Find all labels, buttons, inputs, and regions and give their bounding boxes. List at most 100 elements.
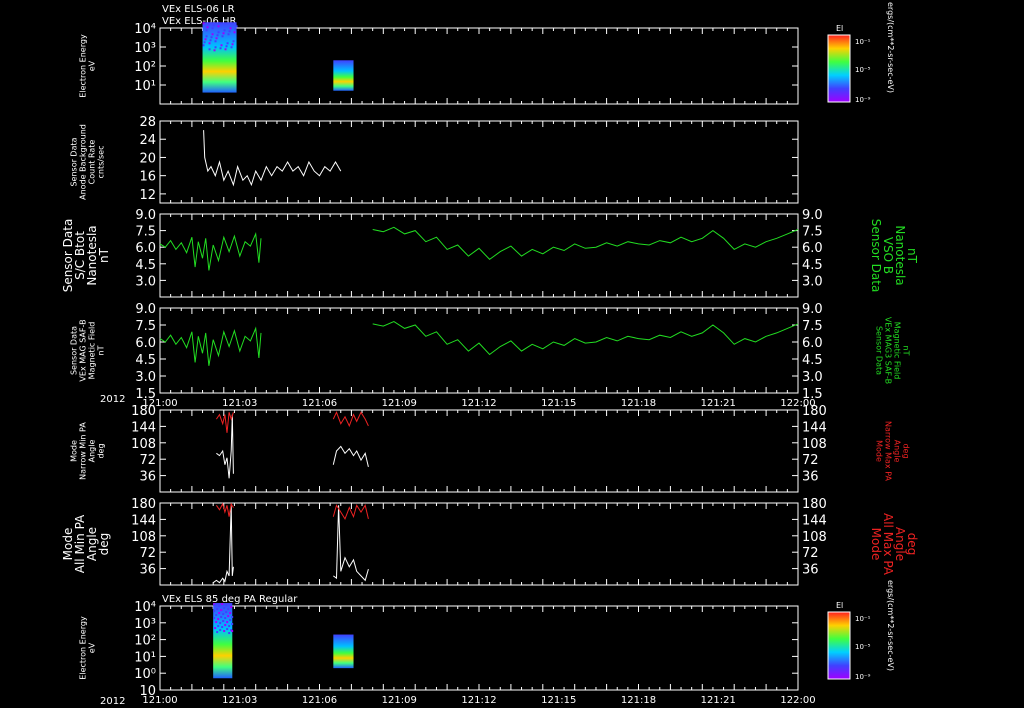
spectrogram-pixel	[229, 612, 232, 615]
y-tick-label-right: 3.0	[802, 370, 823, 385]
panel-2-frame	[159, 120, 799, 204]
spectrogram-pixel	[227, 33, 230, 36]
spectrogram-pixel	[219, 629, 222, 632]
y-tick-label: 12	[139, 188, 156, 203]
right-axis-label-line: Angle	[893, 440, 902, 463]
spectrogram-pixel	[226, 42, 229, 45]
x-tick-label: 121:06	[302, 398, 337, 409]
spectrogram-pixel	[211, 33, 214, 36]
spectrogram-pixel	[202, 44, 205, 47]
spectrogram-pixel	[224, 617, 227, 620]
spectrogram-pixel	[221, 603, 224, 606]
spectrogram-block	[333, 634, 354, 669]
right-axis-label-line: Narrow Max PA	[884, 421, 893, 482]
right-axis-label-line: Angle	[893, 527, 907, 561]
plot-stage: VEx ELS-06 LR VEx ELS-06 HR VEx ELS 85 d…	[0, 0, 1024, 708]
spectrogram-pixel	[218, 612, 221, 615]
colorbar-1-tick-2: 10⁻⁹	[855, 96, 871, 104]
panel-1: 10⁴ 10³ 10² 10¹ Electron Energy eV	[79, 22, 799, 105]
spectrogram-pixel	[224, 48, 227, 51]
colorbar-2-tick-0: 10⁻¹	[855, 615, 871, 623]
panel-7-frame	[159, 605, 799, 691]
y-tick-label-right: 7.5	[802, 225, 823, 240]
spectrogram-pixel	[221, 35, 224, 38]
y-tick-label: 10³	[134, 617, 156, 632]
x-tick-label: 122:00	[780, 695, 815, 706]
colorbar-1-tick-1: 10⁻⁵	[855, 66, 871, 74]
y-axis-label-line: cnts/sec	[97, 146, 106, 179]
x-tick-label: 121:18	[621, 695, 656, 706]
y-axis-label-line: nT	[97, 345, 106, 355]
x-tick-label: 121:03	[222, 398, 257, 409]
spectrogram-pixel	[232, 40, 235, 43]
right-axis-label-line: Mode	[875, 440, 884, 462]
y-axis-label-line: Count Rate	[88, 140, 97, 185]
panel-5-frame	[159, 409, 799, 493]
spectrogram-pixel	[217, 31, 220, 34]
y-axis-label-line: Sensor Data	[70, 326, 79, 375]
y-tick-label-right: 180	[802, 497, 827, 512]
x-tick-label: 121:15	[541, 398, 576, 409]
spectrogram-pixel	[220, 616, 223, 619]
y-tick-label: 3.0	[135, 274, 156, 289]
colorbar-1: El 10⁻¹ 10⁻⁵ 10⁻⁹ ergs/(cm**2-sr-sec-eV)	[827, 2, 895, 104]
y-tick-label: 28	[139, 115, 156, 130]
y-tick-label-right: 6.0	[802, 241, 823, 256]
spectrogram-pixel	[222, 613, 225, 616]
right-axis-label-line: VEx MAG3 SAF-B	[884, 317, 893, 384]
y-tick-label: 16	[139, 170, 156, 185]
x-tick-label: 121:00	[142, 695, 177, 706]
right-axis-label-line: deg	[902, 443, 911, 458]
x-tick-label: 121:12	[461, 398, 496, 409]
x-tick-label: 121:06	[302, 695, 337, 706]
panel-4-frame	[159, 307, 799, 394]
y-tick-label: 4.5	[135, 353, 156, 368]
spectrogram-block	[202, 22, 237, 93]
x-tick-label: 121:12	[461, 695, 496, 706]
y-tick-label-right: 144	[802, 513, 827, 528]
y-axis-label-line: nT	[97, 247, 111, 263]
spectrogram-pixel	[211, 27, 214, 30]
y-tick-label: 6.0	[135, 336, 156, 351]
spectrogram-pixel	[231, 623, 234, 626]
y-tick-label-right: 7.5	[802, 319, 823, 334]
spectrogram-pixel	[217, 618, 220, 621]
spectrogram-pixel	[228, 632, 231, 635]
spectrogram-pixel	[225, 604, 228, 607]
spectrogram-pixel	[209, 39, 212, 42]
series-line	[212, 505, 234, 584]
y-tick-label: 180	[131, 497, 156, 512]
right-axis-label-line: deg	[905, 533, 919, 556]
y-axis-label-line: deg	[97, 443, 106, 458]
spectrogram-pixel	[233, 31, 236, 34]
y-tick-label: 10⁴	[134, 22, 156, 37]
spectrogram-pixel	[214, 627, 217, 630]
y-tick-label-right: 36	[802, 470, 819, 485]
panel-6-frame	[159, 502, 799, 586]
y-tick-label: 10¹	[134, 650, 156, 665]
year-label-bottom: 2012	[100, 696, 125, 707]
spectrogram-pixel	[219, 622, 222, 625]
series-line	[332, 445, 369, 468]
right-axis-label-line: nT	[902, 346, 911, 356]
y-tick-label: 10¹	[134, 79, 156, 94]
spectrogram-pixel	[208, 48, 211, 51]
series-line	[372, 226, 799, 261]
colorbar-2: El 10⁻¹ 10⁻⁵ 10⁻⁹ ergs/(cm**2-sr-sec-eV)	[827, 580, 895, 681]
series-line	[333, 505, 369, 582]
spectrogram-block	[333, 60, 354, 91]
spectrogram-pixel	[213, 49, 216, 52]
y-tick-label: 7.5	[135, 225, 156, 240]
y-tick-label: 144	[131, 513, 156, 528]
right-axis-label-line: nT	[905, 248, 919, 264]
spectrogram-pixel	[223, 630, 226, 633]
y-tick-label: 108	[131, 437, 156, 452]
spectrogram-pixel	[207, 23, 210, 26]
spectrogram-pixel	[217, 625, 220, 628]
y-axis-label-line: Narrow Min PA	[79, 422, 88, 480]
panel-7: 10⁴10³10²10¹10⁰10Electron Energy eV121:00…	[79, 600, 816, 706]
spectrogram-pixel	[223, 607, 226, 610]
y-tick-label: 144	[131, 420, 156, 435]
spectrogram-pixel	[224, 624, 227, 627]
spectrogram-pixel	[216, 631, 219, 634]
